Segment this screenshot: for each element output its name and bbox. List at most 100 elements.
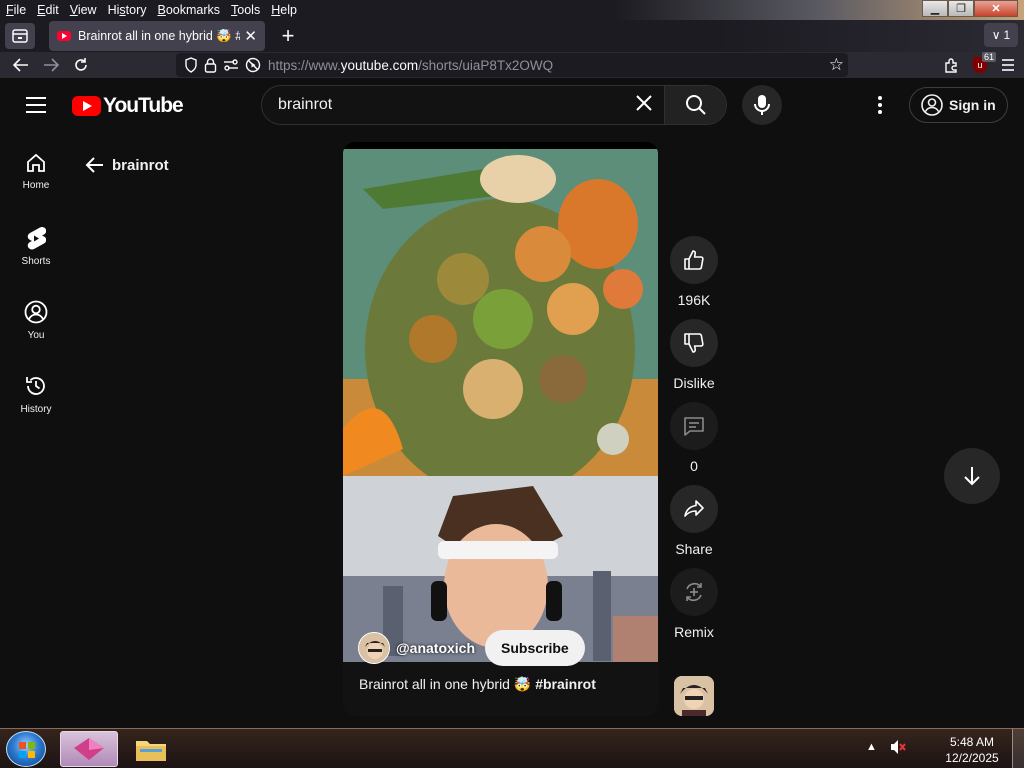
guide-item-home[interactable]: Home xyxy=(0,134,72,208)
clock-date: 12/2/2025 xyxy=(945,751,999,765)
search-button[interactable] xyxy=(664,86,726,124)
windows-taskbar: ▲ 5:48 AM 12/2/2025 xyxy=(0,728,1024,768)
navigation-toolbar: https://www.youtube.com/shorts/uiaP8Tx2O… xyxy=(0,52,1024,78)
firefox-view-icon xyxy=(12,29,28,43)
bookmark-star-icon[interactable]: ☆ xyxy=(829,55,844,75)
microphone-icon xyxy=(754,95,770,115)
reload-button[interactable] xyxy=(66,53,96,77)
share-button[interactable] xyxy=(670,485,718,533)
short-title[interactable]: Brainrot all in one hybrid 🤯 #brainrot xyxy=(359,676,596,693)
reload-icon xyxy=(75,58,87,71)
ublock-origin-button[interactable]: u 61 xyxy=(970,52,996,75)
channel-name[interactable]: @anatoxich xyxy=(396,640,475,656)
remix-action: Remix xyxy=(668,568,720,640)
search-input[interactable]: brainrot xyxy=(262,96,624,114)
like-button[interactable] xyxy=(670,236,718,284)
lock-icon[interactable] xyxy=(204,57,217,73)
menu-bookmarks[interactable]: Bookmarks xyxy=(153,3,226,17)
autoplay-blocked-icon[interactable] xyxy=(245,57,261,73)
clear-search-icon[interactable] xyxy=(624,91,664,119)
menu-tools[interactable]: Tools xyxy=(226,3,265,17)
arrow-right-icon xyxy=(44,58,59,72)
menu-file[interactable]: File xyxy=(1,3,31,17)
app-icon xyxy=(74,738,104,760)
sign-in-button[interactable]: Sign in xyxy=(909,87,1008,123)
taskbar-clock[interactable]: 5:48 AM 12/2/2025 xyxy=(940,734,1004,766)
dislike-action: Dislike xyxy=(668,319,720,391)
volume-muted-icon[interactable] xyxy=(889,739,907,755)
shorts-player[interactable]: @anatoxich Subscribe Brainrot all in one… xyxy=(343,142,658,716)
shorts-action-bar: 196K Dislike 0 Share Remix xyxy=(668,236,720,651)
extensions-icon[interactable] xyxy=(944,57,960,73)
clock-time: 5:48 AM xyxy=(949,735,995,749)
home-icon xyxy=(27,153,45,172)
settings-more-icon[interactable] xyxy=(876,96,884,117)
mini-guide: Home Shorts You History xyxy=(0,134,72,430)
audio-source-avatar[interactable] xyxy=(674,676,714,716)
subscribe-button[interactable]: Subscribe xyxy=(485,630,585,666)
show-hidden-icons[interactable]: ▲ xyxy=(866,741,877,753)
firefox-view-button[interactable] xyxy=(5,23,35,49)
thumbs-up-icon xyxy=(684,250,704,270)
new-tab-button[interactable]: + xyxy=(275,23,301,49)
share-icon xyxy=(684,500,704,517)
comments-button[interactable] xyxy=(670,402,718,450)
toolbar-right: u 61 xyxy=(944,52,1016,78)
menu-edit[interactable]: Edit xyxy=(32,3,64,17)
guide-item-shorts[interactable]: Shorts xyxy=(0,208,72,282)
arrow-left-icon xyxy=(85,157,103,173)
channel-row: @anatoxich Subscribe xyxy=(358,630,585,666)
taskbar-app-firefox[interactable] xyxy=(60,731,118,767)
tab-active[interactable]: Brainrot all in one hybrid 🤯 #br ✕ xyxy=(49,21,265,51)
permissions-icon[interactable] xyxy=(223,57,239,73)
tab-close-icon[interactable]: ✕ xyxy=(244,27,257,45)
youtube-play-icon xyxy=(72,96,101,116)
taskbar-app-explorer[interactable] xyxy=(122,731,180,767)
comment-icon xyxy=(684,417,704,436)
folder-icon xyxy=(136,741,166,761)
dislike-button[interactable] xyxy=(670,319,718,367)
comments-action: 0 xyxy=(668,402,720,474)
url-text: https://www.youtube.com/shorts/uiaP8Tx2O… xyxy=(268,57,554,73)
guide-item-you[interactable]: You xyxy=(0,282,72,356)
youtube-logo[interactable]: YouTube xyxy=(72,94,184,118)
menu-bar: File Edit View History Bookmarks Tools H… xyxy=(0,0,1024,20)
restore-button[interactable]: ❐ xyxy=(948,0,974,17)
chevron-down-icon: ∨ xyxy=(991,28,1001,42)
arrow-down-icon xyxy=(964,467,980,486)
forward-button[interactable] xyxy=(36,53,66,77)
screen: File Edit View History Bookmarks Tools H… xyxy=(0,0,1024,768)
shorts-icon xyxy=(27,226,46,250)
youtube-masthead: YouTube brainrot Sign in xyxy=(0,78,1024,134)
menu-help[interactable]: Help xyxy=(266,3,302,17)
guide-menu-button[interactable] xyxy=(26,97,46,118)
youtube-favicon-icon xyxy=(57,31,71,41)
like-action: 196K xyxy=(668,236,720,308)
arrow-left-icon xyxy=(13,58,28,72)
show-desktop-button[interactable] xyxy=(1012,729,1024,768)
share-action: Share xyxy=(668,485,720,557)
next-short-button[interactable] xyxy=(944,448,1000,504)
tracking-protection-icon[interactable] xyxy=(184,57,198,73)
channel-avatar[interactable] xyxy=(358,632,390,664)
search-box: brainrot xyxy=(261,85,727,125)
site-info-icons xyxy=(176,57,268,73)
voice-search-button[interactable] xyxy=(742,85,782,125)
hamburger-menu-icon[interactable] xyxy=(1000,58,1016,72)
tab-count: 1 xyxy=(1003,28,1011,42)
back-to-search-link[interactable]: brainrot xyxy=(84,156,169,174)
back-button[interactable] xyxy=(6,53,36,77)
list-all-tabs-button[interactable]: ∨ 1 xyxy=(984,23,1018,47)
remix-button[interactable] xyxy=(670,568,718,616)
menu-view[interactable]: View xyxy=(65,3,102,17)
address-bar[interactable]: https://www.youtube.com/shorts/uiaP8Tx2O… xyxy=(176,53,848,77)
video-frame-artwork xyxy=(343,149,658,476)
hashtag-link[interactable]: #brainrot xyxy=(535,676,596,692)
guide-item-history[interactable]: History xyxy=(0,356,72,430)
close-window-button[interactable]: ✕ xyxy=(974,0,1018,17)
start-button[interactable] xyxy=(6,731,46,767)
system-tray: ▲ xyxy=(866,739,907,755)
minimize-button[interactable]: ▁ xyxy=(922,0,948,17)
menu-history[interactable]: History xyxy=(103,3,152,17)
windows-logo-icon xyxy=(19,742,35,758)
